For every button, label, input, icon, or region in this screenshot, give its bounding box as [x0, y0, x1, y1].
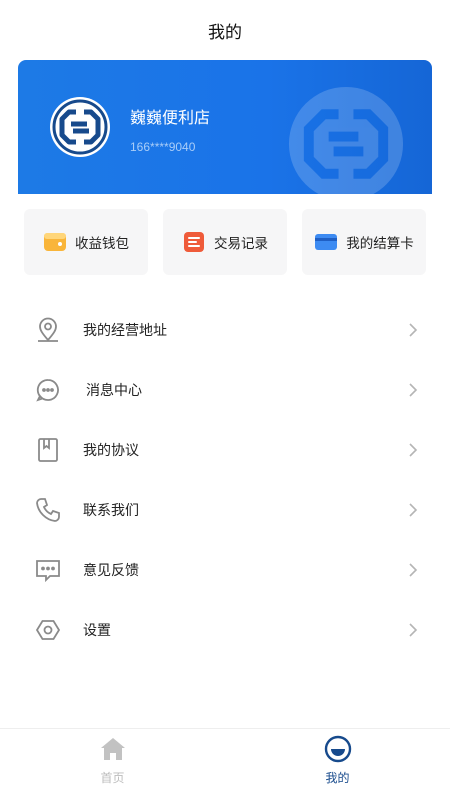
- quick-action-card[interactable]: 我的结算卡: [302, 209, 426, 275]
- chevron-right-icon: [409, 323, 418, 337]
- menu-item-messages[interactable]: 消息中心: [0, 360, 450, 420]
- page-header: 我的: [0, 0, 450, 60]
- quick-action-records[interactable]: 交易记录: [163, 209, 287, 275]
- quick-action-label: 交易记录: [214, 236, 268, 252]
- wallet-icon: [44, 233, 66, 251]
- chevron-right-icon: [409, 383, 418, 397]
- menu-item-label: 设置: [83, 623, 111, 639]
- phone-number: 166****9040: [130, 140, 196, 154]
- records-icon: [184, 232, 204, 252]
- menu-list: 我的经营地址 消息中心 我的协议 联系我们 意见反馈 设置: [0, 300, 450, 660]
- profile-icon: [324, 735, 352, 763]
- menu-item-label: 我的协议: [83, 443, 139, 459]
- phone-icon: [36, 498, 60, 522]
- menu-item-label: 意见反馈: [83, 563, 139, 579]
- tab-profile[interactable]: 我的: [225, 729, 450, 800]
- settings-icon: [35, 620, 61, 640]
- page-title: 我的: [208, 22, 242, 43]
- store-name: 巍巍便利店: [130, 108, 211, 127]
- location-icon: [38, 317, 58, 342]
- menu-item-label: 我的经营地址: [83, 323, 167, 339]
- store-logo-icon: [50, 97, 110, 157]
- chevron-right-icon: [409, 503, 418, 517]
- feedback-icon: [36, 560, 60, 583]
- card-icon: [315, 234, 338, 250]
- quick-action-wallet[interactable]: 收益钱包: [24, 209, 148, 275]
- quick-action-label: 我的结算卡: [346, 236, 414, 252]
- menu-item-feedback[interactable]: 意见反馈: [0, 540, 450, 600]
- bottom-tab-bar: 首页 我的: [0, 728, 450, 800]
- chevron-right-icon: [409, 623, 418, 637]
- quick-actions: 收益钱包 交易记录 我的结算卡: [24, 209, 426, 275]
- message-icon: [36, 379, 59, 402]
- tab-label: 我的: [325, 771, 350, 785]
- menu-item-label: 消息中心: [86, 383, 142, 399]
- tab-label: 首页: [100, 771, 125, 785]
- agreement-icon: [38, 438, 58, 462]
- menu-item-contact[interactable]: 联系我们: [0, 480, 450, 540]
- home-icon: [101, 738, 125, 760]
- menu-item-agreement[interactable]: 我的协议: [0, 420, 450, 480]
- chevron-right-icon: [409, 443, 418, 457]
- quick-action-label: 收益钱包: [75, 236, 129, 252]
- menu-item-settings[interactable]: 设置: [0, 600, 450, 660]
- profile-card[interactable]: 巍巍便利店 166****9040: [18, 60, 432, 194]
- menu-item-label: 联系我们: [83, 503, 139, 519]
- chevron-right-icon: [409, 563, 418, 577]
- brand-watermark-icon: [288, 86, 404, 194]
- tab-home[interactable]: 首页: [0, 729, 225, 800]
- menu-item-address[interactable]: 我的经营地址: [0, 300, 450, 360]
